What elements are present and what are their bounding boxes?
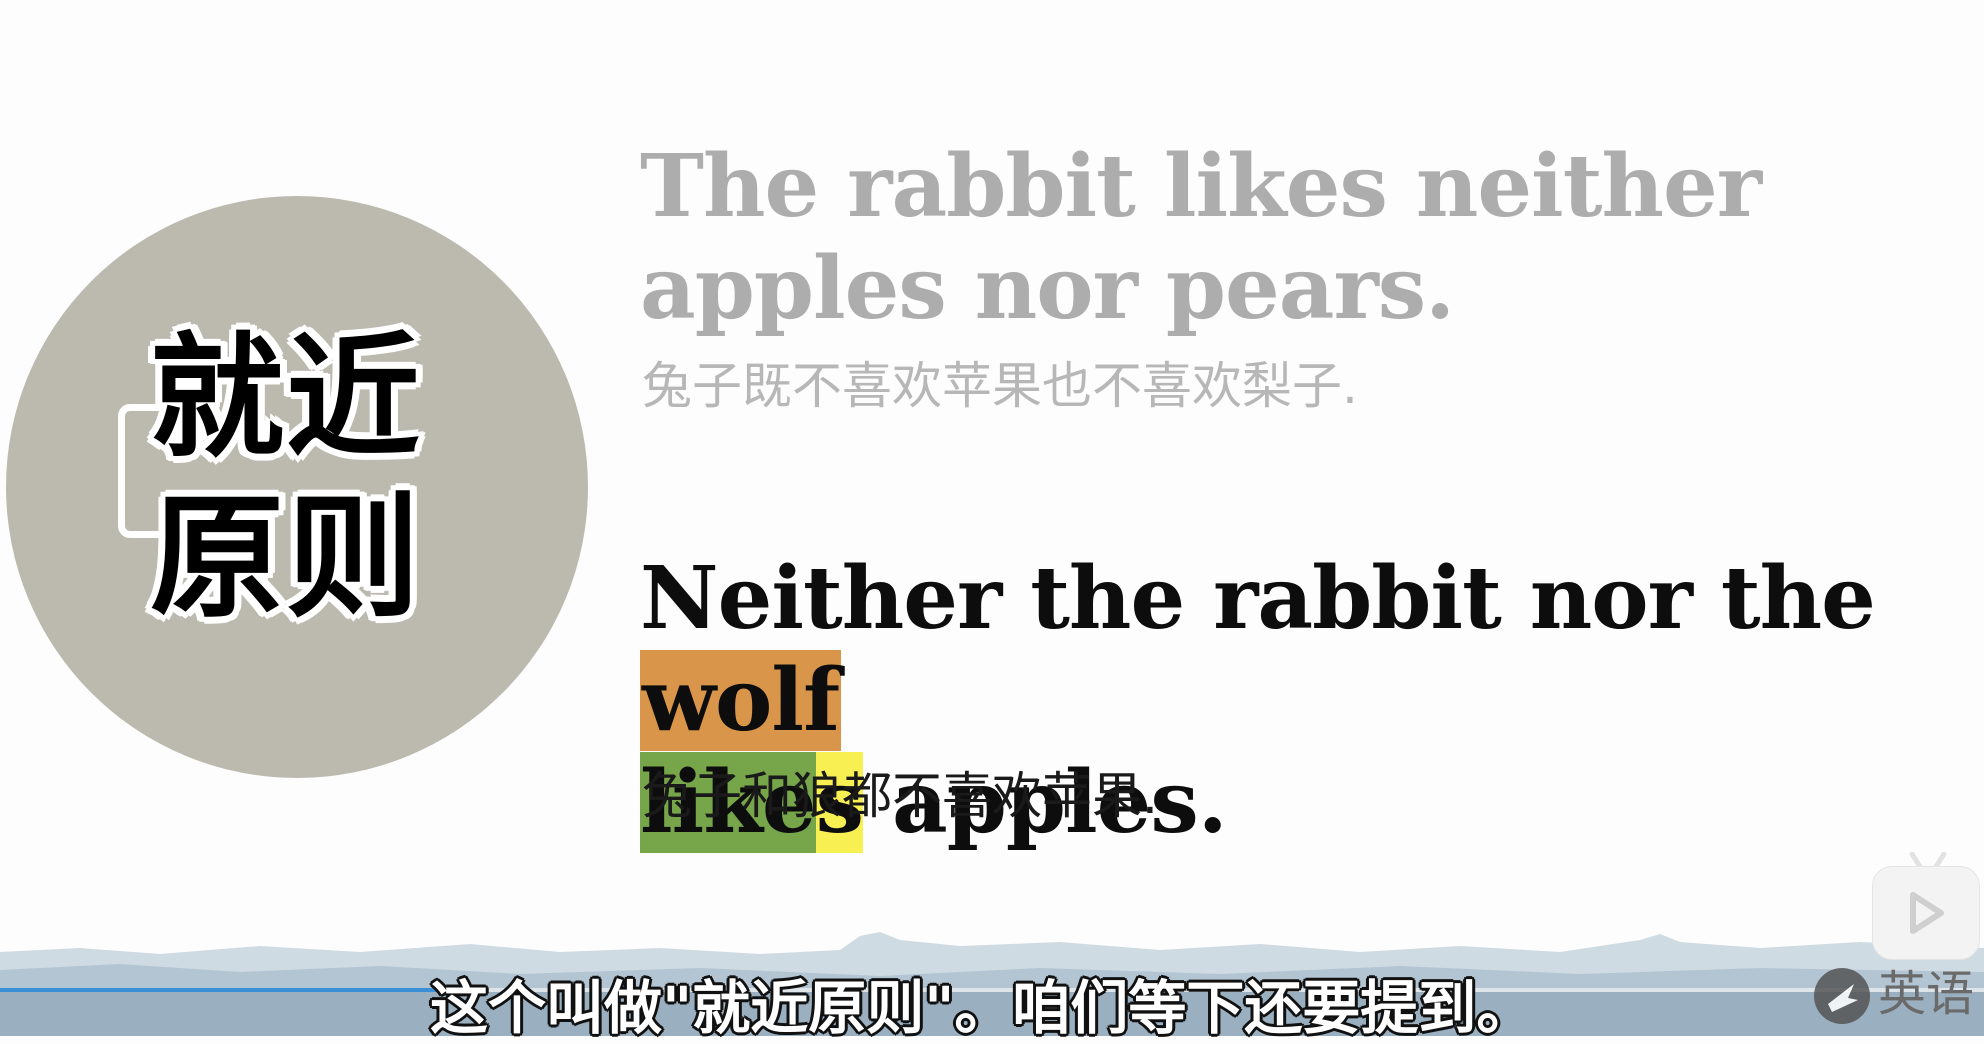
channel-watermark: 英语	[1814, 964, 1984, 1024]
example-2-chinese: 兔子和狼都不喜欢苹果.	[642, 767, 1158, 825]
play-icon	[1910, 892, 1944, 934]
subtitle: 这个叫做"就近原则"。咱们等下还要提到。	[430, 974, 1535, 1042]
example-1-chinese: 兔子既不喜欢苹果也不喜欢梨子.	[642, 357, 1358, 415]
channel-name: 英语	[1878, 966, 1975, 1022]
example-2-text-before: Neither the rabbit nor the	[640, 548, 1876, 649]
topic-title-line-1: 就近	[150, 320, 423, 476]
subject-highlight: wolf	[640, 650, 842, 751]
topic-title-line-2: 原则	[150, 480, 423, 636]
video-frame: 就近 原则 The rabbit likes neither apples no…	[0, 0, 1984, 1042]
progress-fill	[0, 988, 457, 992]
channel-logo-icon	[1814, 968, 1870, 1024]
example-1-english: The rabbit likes neither apples nor pear…	[640, 136, 1762, 339]
play-button[interactable]	[1872, 866, 1980, 960]
topic-title: 就近 原则	[150, 318, 450, 638]
